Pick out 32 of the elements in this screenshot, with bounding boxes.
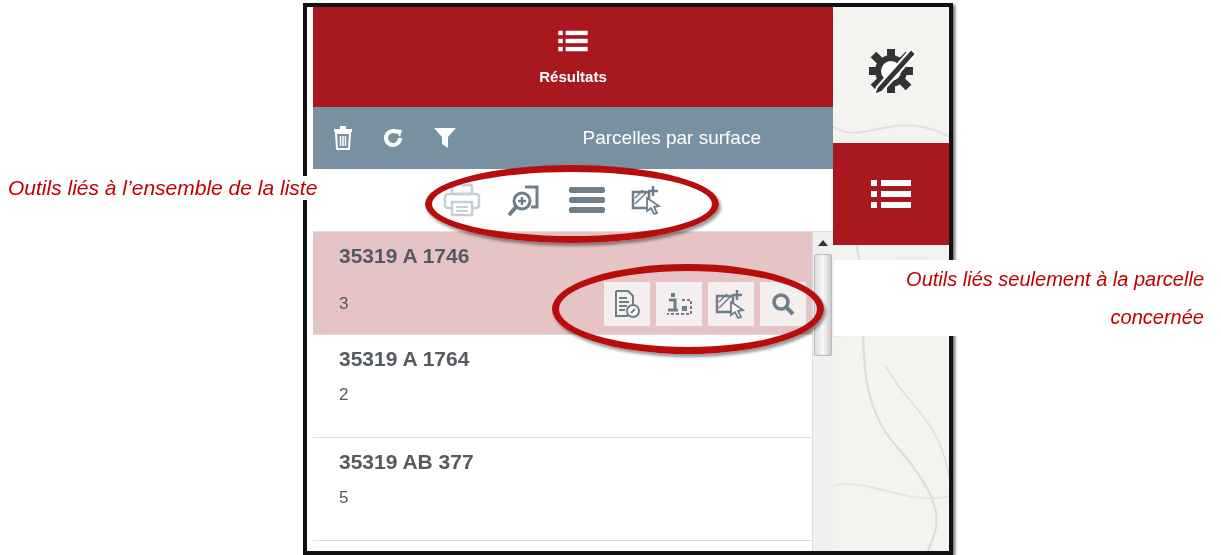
panel-title: Résultats xyxy=(539,67,607,85)
select-cursor-icon xyxy=(715,288,747,320)
row-tool-button[interactable] xyxy=(604,282,650,326)
parcel-id: 35319 A 1746 xyxy=(339,244,471,268)
list-tool-button[interactable] xyxy=(567,184,607,216)
search-icon xyxy=(771,292,795,316)
row-tool-button[interactable] xyxy=(708,282,754,326)
scroll-up-icon xyxy=(818,240,828,246)
list-icon xyxy=(871,179,911,209)
annotation-text: Outils liés seulement à la parcelle concernée xyxy=(834,260,1204,336)
result-item[interactable]: 35319 A 1746 3 xyxy=(313,232,812,335)
menu-icon xyxy=(569,186,605,214)
list-icon xyxy=(558,29,588,52)
document-icon xyxy=(614,290,640,318)
refresh-icon xyxy=(381,126,405,150)
side-tab[interactable] xyxy=(833,143,949,245)
list-title: Parcelles par surface xyxy=(582,127,761,149)
annotation-text: Outils liés à l’ensemble de la liste xyxy=(8,176,318,200)
printer-icon xyxy=(443,183,481,217)
parcel-id: 35319 A 1764 xyxy=(339,347,471,371)
scrollbar[interactable] xyxy=(812,232,833,551)
row-tool-button[interactable] xyxy=(656,282,702,326)
select-cursor-icon xyxy=(631,184,663,216)
row-tool-button[interactable] xyxy=(760,282,806,326)
filter-icon xyxy=(433,127,457,149)
parcel-value: 2 xyxy=(339,385,349,405)
parcel-value: 5 xyxy=(339,488,349,508)
scrollbar-thumb[interactable] xyxy=(814,254,832,356)
parcel-id: 35319 AB 377 xyxy=(339,450,475,474)
parcel-value: 3 xyxy=(339,294,349,314)
info-icon xyxy=(665,292,693,316)
trash-icon xyxy=(333,126,353,150)
